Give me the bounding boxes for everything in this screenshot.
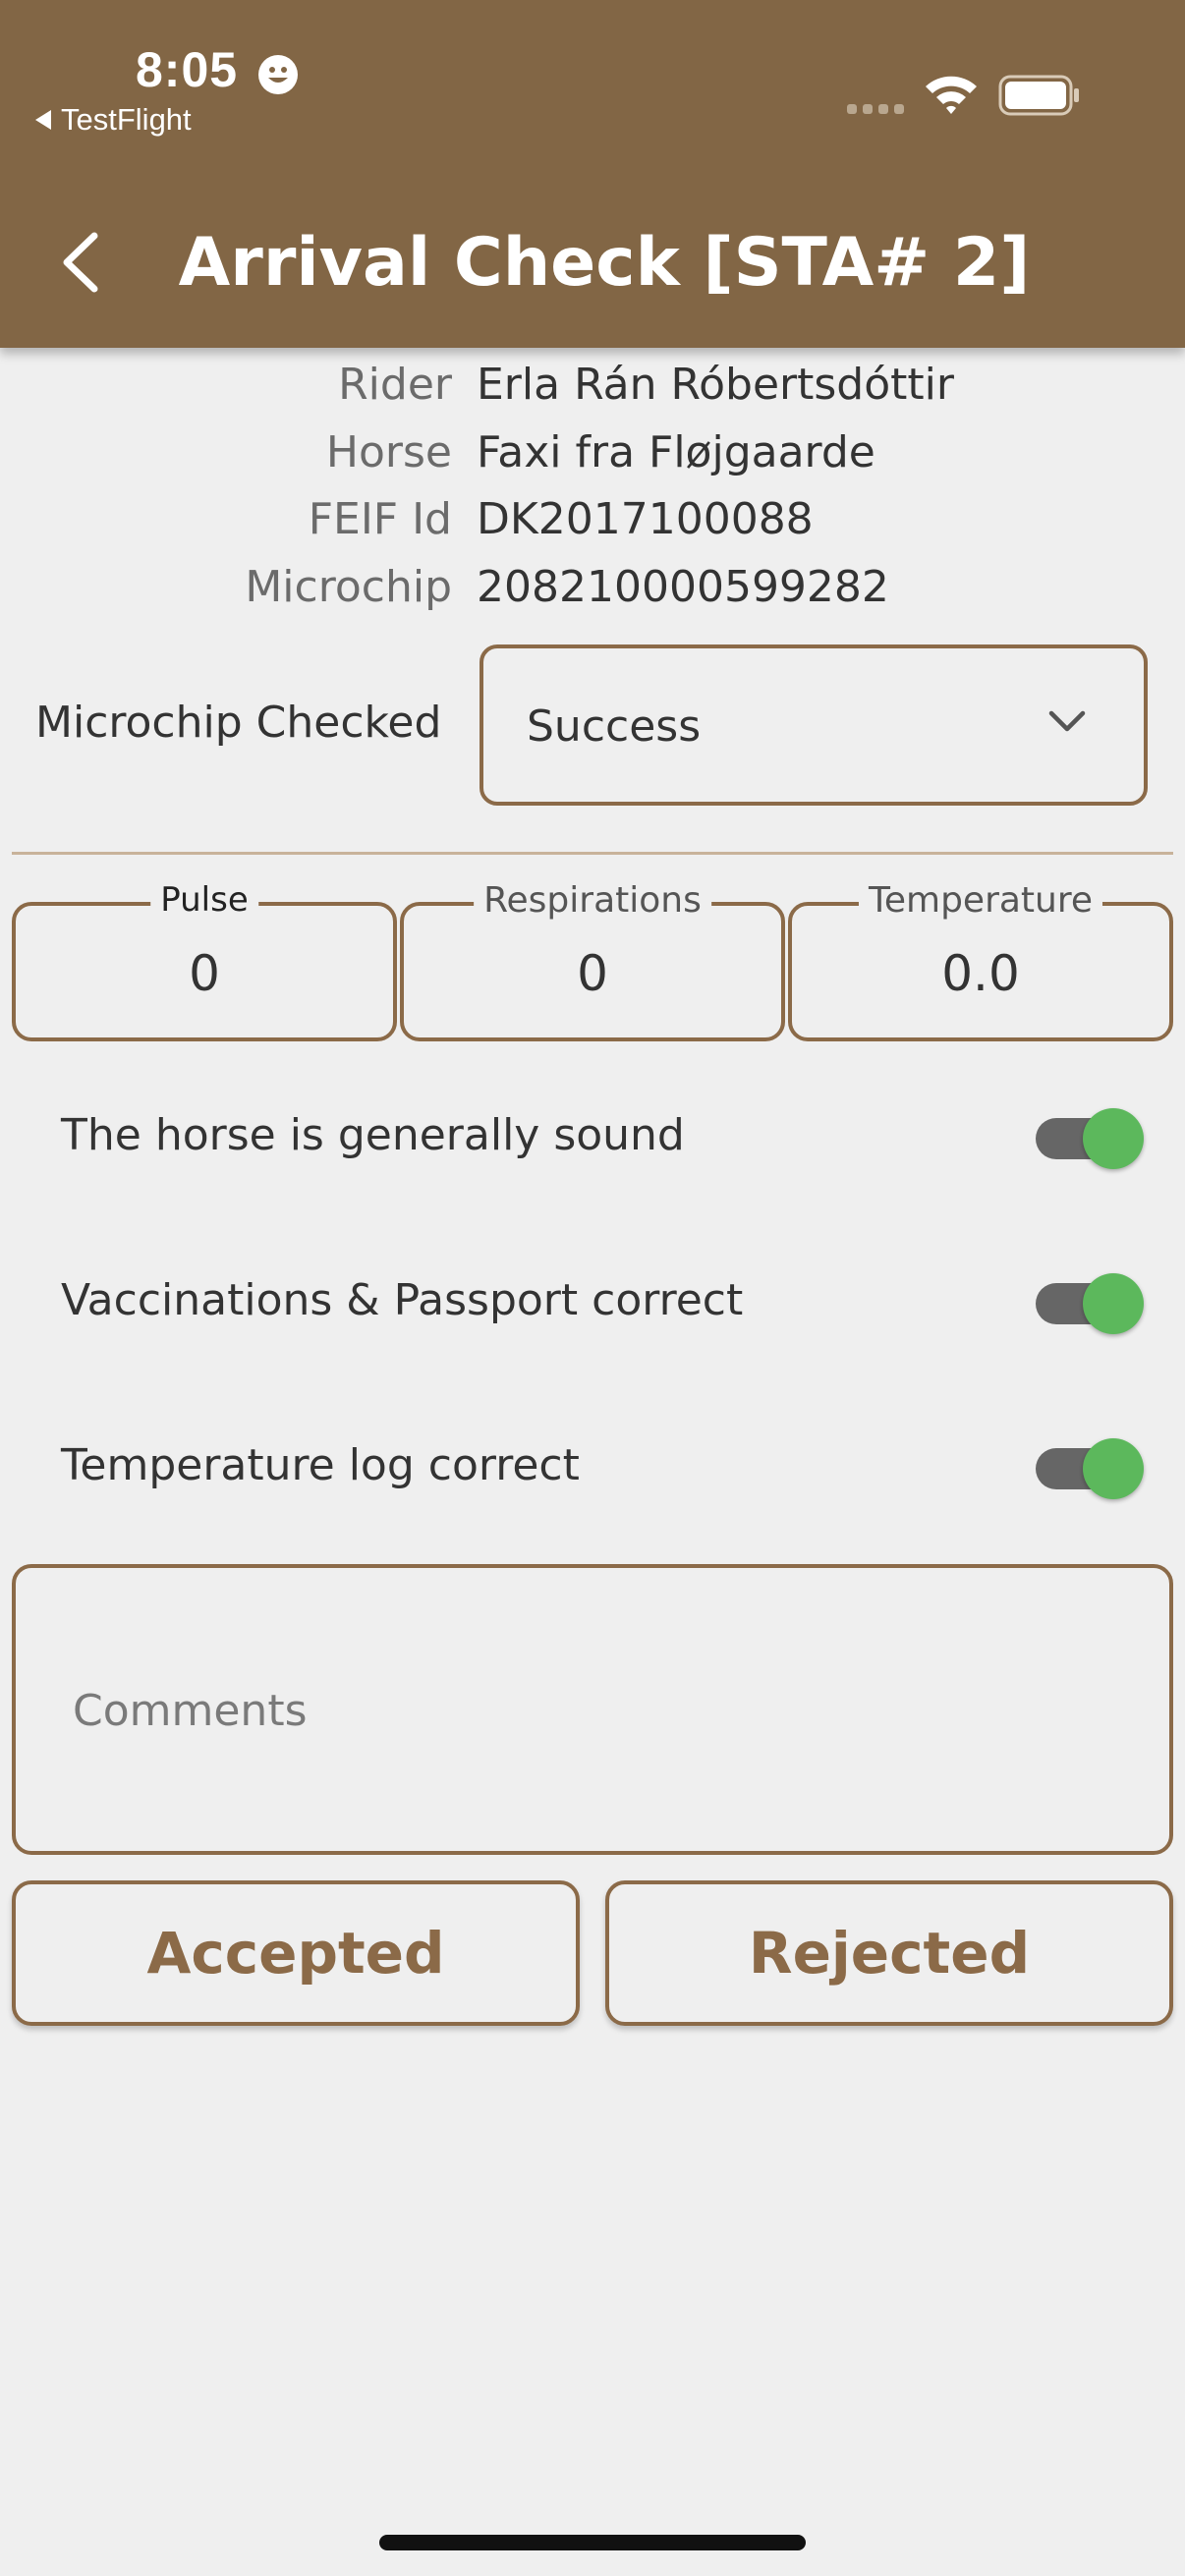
switch-thumb xyxy=(1083,1438,1144,1499)
temperature-label: Temperature xyxy=(858,880,1103,921)
info-row-microchip: Microchip 208210000599282 xyxy=(0,562,1185,629)
toggle-row-temperature-log: Temperature log correct xyxy=(0,1419,1185,1517)
feif-id-value: DK2017100088 xyxy=(477,494,814,544)
arrival-check-screen: 8:05 TestFlight Arrival Check [STA# 2] R… xyxy=(0,0,1185,2576)
microchip-label: Microchip xyxy=(245,562,452,612)
accepted-button[interactable]: Accepted xyxy=(12,1880,580,2026)
microchip-checked-value: Success xyxy=(527,701,702,752)
pulse-label: Pulse xyxy=(150,880,258,920)
back-to-testflight-link[interactable]: TestFlight xyxy=(35,102,192,138)
horse-value: Faxi fra Fløjgaarde xyxy=(477,427,875,477)
horse-label: Horse xyxy=(325,427,452,477)
switch-thumb xyxy=(1083,1273,1144,1334)
generally-sound-switch[interactable] xyxy=(1036,1108,1144,1169)
battery-icon xyxy=(998,75,1079,116)
rider-label: Rider xyxy=(338,360,452,410)
back-triangle-icon xyxy=(35,110,51,130)
microchip-checked-dropdown[interactable]: Success xyxy=(480,644,1148,806)
temperature-value: 0.0 xyxy=(941,945,1020,1002)
info-row-feif-id: FEIF Id DK2017100088 xyxy=(0,494,1185,561)
microchip-value: 208210000599282 xyxy=(477,562,889,612)
info-row-rider: Rider Erla Rán Róbertsdóttir xyxy=(0,360,1185,426)
comments-field[interactable]: Comments xyxy=(12,1564,1173,1855)
vaccinations-passport-label: Vaccinations & Passport correct xyxy=(61,1275,744,1325)
microchip-checked-label: Microchip Checked xyxy=(35,698,442,748)
rejected-button[interactable]: Rejected xyxy=(605,1880,1173,2026)
respirations-label: Respirations xyxy=(474,880,711,921)
smiley-icon xyxy=(258,55,298,94)
status-time: 8:05 xyxy=(136,42,239,97)
temperature-log-switch[interactable] xyxy=(1036,1438,1144,1499)
respirations-field[interactable]: Respirations 0 xyxy=(400,880,785,1041)
temperature-log-label: Temperature log correct xyxy=(61,1440,580,1490)
feif-id-label: FEIF Id xyxy=(308,494,452,544)
respirations-value: 0 xyxy=(577,945,608,1002)
pulse-value: 0 xyxy=(189,945,220,1002)
home-indicator[interactable] xyxy=(379,2535,806,2550)
rider-value: Erla Rán Róbertsdóttir xyxy=(477,360,954,410)
chevron-down-icon xyxy=(1048,710,1086,732)
vaccinations-passport-switch[interactable] xyxy=(1036,1273,1144,1334)
toggle-row-generally-sound: The horse is generally sound xyxy=(0,1089,1185,1187)
switch-thumb xyxy=(1083,1108,1144,1169)
info-row-horse: Horse Faxi fra Fløjgaarde xyxy=(0,427,1185,494)
page-title: Arrival Check [STA# 2] xyxy=(178,224,1031,302)
app-header: 8:05 TestFlight Arrival Check [STA# 2] xyxy=(0,0,1185,348)
temperature-field[interactable]: Temperature 0.0 xyxy=(788,880,1173,1041)
toggle-row-vaccinations-passport: Vaccinations & Passport correct xyxy=(0,1254,1185,1352)
back-app-label: TestFlight xyxy=(61,102,192,137)
section-divider xyxy=(12,852,1173,855)
cellular-signal-icon xyxy=(847,104,904,114)
generally-sound-label: The horse is generally sound xyxy=(61,1110,685,1160)
pulse-field[interactable]: Pulse 0 xyxy=(12,880,397,1041)
wifi-icon xyxy=(926,76,977,114)
comments-placeholder: Comments xyxy=(73,1686,308,1736)
